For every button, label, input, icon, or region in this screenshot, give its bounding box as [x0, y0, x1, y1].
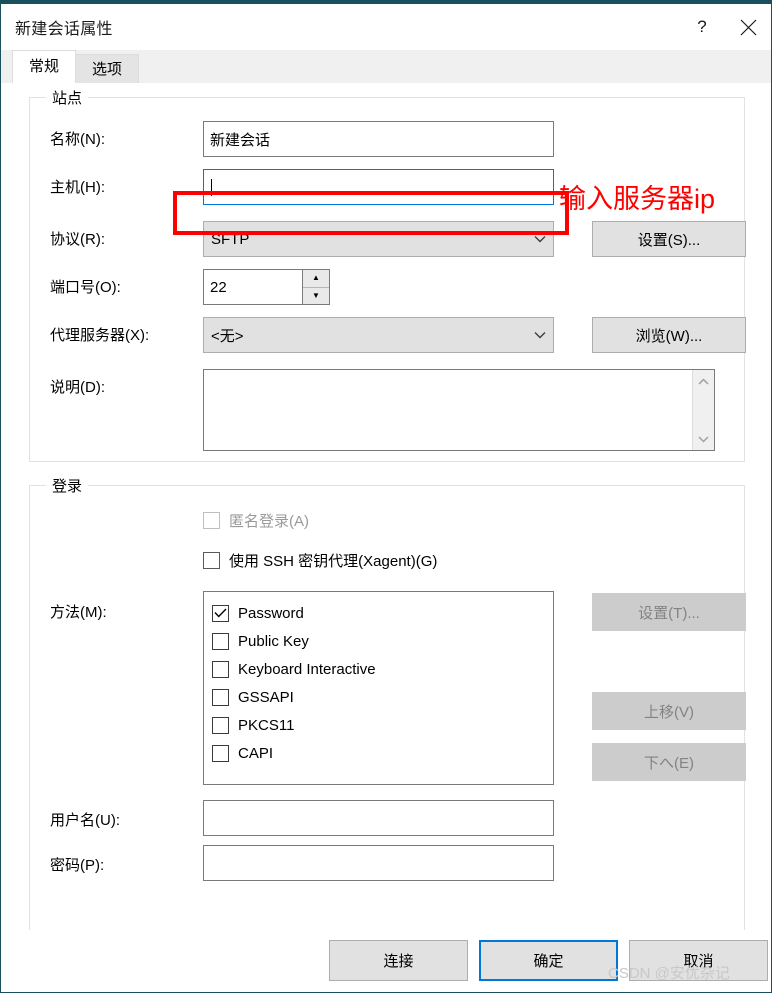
list-item-label: Keyboard Interactive — [238, 660, 376, 678]
port-row: 端口号(O): — [50, 276, 121, 297]
connect-button[interactable]: 连接 — [329, 940, 468, 981]
description-textarea[interactable] — [203, 369, 715, 451]
host-label: 主机(H): — [50, 179, 105, 196]
ssh-agent-checkbox[interactable]: 使用 SSH 密钥代理(Xagent)(G) — [203, 550, 437, 571]
name-label: 名称(N): — [50, 131, 105, 148]
name-row: 名称(N): — [50, 128, 105, 149]
dialog-footer: 连接 确定 取消 — [1, 930, 771, 992]
stepper-up-icon[interactable]: ▲ — [303, 270, 329, 288]
username-input[interactable] — [203, 800, 554, 836]
tab-strip: 常规 选项 — [1, 50, 771, 83]
protocol-combobox-value: SFTP — [211, 230, 250, 248]
tab-general[interactable]: 常规 — [12, 50, 77, 83]
list-item-label: CAPI — [238, 744, 274, 762]
password-label: 密码(P): — [50, 857, 105, 874]
title-bar: 新建会话属性 ? — [1, 4, 771, 50]
name-input[interactable]: 新建会话 — [203, 121, 554, 157]
stepper-down-icon[interactable]: ▼ — [303, 288, 329, 305]
list-item[interactable]: GSSAPI — [212, 683, 553, 711]
proxy-combobox-value: <无> — [211, 327, 244, 345]
port-stepper[interactable]: 22 ▲ ▼ — [203, 269, 330, 305]
site-group-title: 站点 — [46, 87, 89, 108]
proxy-combobox[interactable]: <无> — [203, 317, 554, 353]
anonymous-login-label: 匿名登录(A) — [229, 513, 309, 530]
cancel-button[interactable]: 取消 — [629, 940, 768, 981]
checkbox-box-icon — [203, 512, 220, 529]
method-row: 方法(M): — [50, 601, 107, 622]
ok-button[interactable]: 确定 — [479, 940, 618, 981]
proxy-row: 代理服务器(X): — [50, 324, 149, 345]
ssh-agent-label: 使用 SSH 密钥代理(Xagent)(G) — [229, 553, 438, 570]
text-caret — [211, 178, 212, 196]
checkbox-box-icon — [212, 716, 229, 734]
description-row: 说明(D): — [50, 376, 105, 397]
site-group: 站点 名称(N): 新建会话 主机(H): 协议(R): SFTP 设置(S).… — [29, 87, 746, 462]
checkbox-box-icon — [203, 552, 220, 569]
list-item-label: Password — [238, 604, 304, 622]
annotation-text: 输入服务器ip — [559, 184, 716, 214]
tab-options[interactable]: 选项 — [75, 54, 140, 83]
port-input-value[interactable]: 22 — [203, 269, 302, 305]
protocol-combobox[interactable]: SFTP — [203, 221, 554, 257]
username-row: 用户名(U): — [50, 809, 120, 830]
move-down-button: 下へ(E) — [592, 743, 746, 781]
host-row: 主机(H): — [50, 176, 105, 197]
description-textarea-value[interactable] — [204, 370, 692, 450]
chevron-down-icon — [527, 235, 553, 243]
password-row: 密码(P): — [50, 854, 104, 875]
checkbox-box-icon — [212, 632, 229, 650]
name-input-value: 新建会话 — [210, 131, 271, 149]
checkbox-box-icon — [212, 688, 229, 706]
checkbox-box-icon — [212, 604, 229, 622]
login-group-title: 登录 — [46, 475, 89, 496]
help-icon[interactable]: ? — [679, 4, 725, 50]
proxy-browse-button[interactable]: 浏览(W)... — [592, 317, 746, 353]
protocol-row: 协议(R): — [50, 228, 105, 249]
window-title: 新建会话属性 — [15, 21, 113, 38]
username-label: 用户名(U): — [50, 812, 120, 829]
chevron-down-icon — [527, 331, 553, 339]
list-item[interactable]: Keyboard Interactive — [212, 655, 553, 683]
dialog-window: 新建会话属性 ? 常规 选项 站点 名称(N): 新建会话 主机(H): 协议(… — [0, 0, 772, 993]
list-item[interactable]: Public Key — [212, 627, 553, 655]
method-label: 方法(M): — [50, 604, 107, 621]
list-item-label: GSSAPI — [238, 688, 294, 706]
list-item[interactable]: Password — [212, 599, 553, 627]
title-bar-buttons: ? — [679, 4, 771, 50]
login-group: 登录 匿名登录(A) 使用 SSH 密钥代理(Xagent)(G) 方法(M): — [29, 475, 746, 985]
checkbox-box-icon — [212, 660, 229, 678]
list-item-label: PKCS11 — [238, 716, 295, 734]
list-item[interactable]: PKCS11 — [212, 711, 553, 739]
list-item[interactable]: CAPI — [212, 739, 553, 767]
host-input[interactable] — [203, 169, 554, 205]
move-up-button: 上移(V) — [592, 692, 746, 730]
dialog-content: 站点 名称(N): 新建会话 主机(H): 协议(R): SFTP 设置(S).… — [1, 83, 771, 985]
description-scrollbar[interactable] — [692, 370, 714, 450]
checkbox-box-icon — [212, 744, 229, 762]
anonymous-login-checkbox: 匿名登录(A) — [203, 510, 309, 531]
scroll-down-icon[interactable] — [698, 432, 709, 446]
protocol-label: 协议(R): — [50, 231, 105, 248]
port-stepper-buttons: ▲ ▼ — [302, 269, 330, 305]
close-icon[interactable] — [725, 4, 771, 50]
method-settings-button: 设置(T)... — [592, 593, 746, 631]
scroll-up-icon[interactable] — [698, 374, 709, 388]
password-input[interactable] — [203, 845, 554, 881]
description-label: 说明(D): — [50, 379, 105, 396]
proxy-label: 代理服务器(X): — [50, 327, 150, 344]
port-label: 端口号(O): — [50, 279, 121, 296]
protocol-settings-button[interactable]: 设置(S)... — [592, 221, 746, 257]
list-item-label: Public Key — [238, 632, 309, 650]
auth-method-listbox[interactable]: Password Public Key Keyboard Interactive… — [203, 591, 554, 785]
